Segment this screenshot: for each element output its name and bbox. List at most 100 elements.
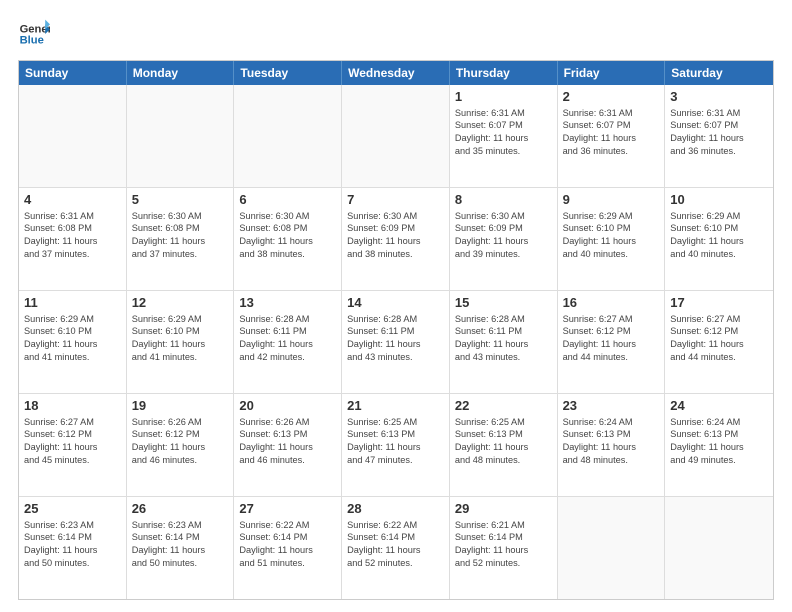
day-number: 10 [670, 191, 768, 209]
day-info: Sunrise: 6:31 AMSunset: 6:07 PMDaylight:… [455, 107, 552, 158]
day-number: 13 [239, 294, 336, 312]
day-number: 1 [455, 88, 552, 106]
day-info: Sunrise: 6:28 AMSunset: 6:11 PMDaylight:… [239, 313, 336, 364]
day-info: Sunrise: 6:31 AMSunset: 6:07 PMDaylight:… [563, 107, 660, 158]
day-info: Sunrise: 6:29 AMSunset: 6:10 PMDaylight:… [563, 210, 660, 261]
cal-cell: 22Sunrise: 6:25 AMSunset: 6:13 PMDayligh… [450, 394, 558, 496]
day-info: Sunrise: 6:25 AMSunset: 6:13 PMDaylight:… [347, 416, 444, 467]
cal-cell: 1Sunrise: 6:31 AMSunset: 6:07 PMDaylight… [450, 85, 558, 187]
day-number: 28 [347, 500, 444, 518]
day-info: Sunrise: 6:28 AMSunset: 6:11 PMDaylight:… [347, 313, 444, 364]
cal-cell: 10Sunrise: 6:29 AMSunset: 6:10 PMDayligh… [665, 188, 773, 290]
cal-cell: 3Sunrise: 6:31 AMSunset: 6:07 PMDaylight… [665, 85, 773, 187]
cal-cell: 5Sunrise: 6:30 AMSunset: 6:08 PMDaylight… [127, 188, 235, 290]
cal-cell: 8Sunrise: 6:30 AMSunset: 6:09 PMDaylight… [450, 188, 558, 290]
cal-cell: 7Sunrise: 6:30 AMSunset: 6:09 PMDaylight… [342, 188, 450, 290]
day-number: 19 [132, 397, 229, 415]
cal-cell [665, 497, 773, 599]
cal-header-cell-thursday: Thursday [450, 61, 558, 85]
cal-cell: 2Sunrise: 6:31 AMSunset: 6:07 PMDaylight… [558, 85, 666, 187]
day-info: Sunrise: 6:24 AMSunset: 6:13 PMDaylight:… [563, 416, 660, 467]
day-info: Sunrise: 6:27 AMSunset: 6:12 PMDaylight:… [24, 416, 121, 467]
day-number: 2 [563, 88, 660, 106]
cal-cell: 26Sunrise: 6:23 AMSunset: 6:14 PMDayligh… [127, 497, 235, 599]
cal-header-cell-monday: Monday [127, 61, 235, 85]
day-info: Sunrise: 6:28 AMSunset: 6:11 PMDaylight:… [455, 313, 552, 364]
day-info: Sunrise: 6:23 AMSunset: 6:14 PMDaylight:… [132, 519, 229, 570]
cal-cell: 15Sunrise: 6:28 AMSunset: 6:11 PMDayligh… [450, 291, 558, 393]
cal-cell: 28Sunrise: 6:22 AMSunset: 6:14 PMDayligh… [342, 497, 450, 599]
cal-cell: 16Sunrise: 6:27 AMSunset: 6:12 PMDayligh… [558, 291, 666, 393]
day-number: 4 [24, 191, 121, 209]
day-number: 11 [24, 294, 121, 312]
day-number: 29 [455, 500, 552, 518]
day-info: Sunrise: 6:22 AMSunset: 6:14 PMDaylight:… [239, 519, 336, 570]
cal-cell [127, 85, 235, 187]
cal-cell [234, 85, 342, 187]
day-info: Sunrise: 6:29 AMSunset: 6:10 PMDaylight:… [132, 313, 229, 364]
day-number: 27 [239, 500, 336, 518]
day-number: 6 [239, 191, 336, 209]
day-number: 12 [132, 294, 229, 312]
cal-week-0: 1Sunrise: 6:31 AMSunset: 6:07 PMDaylight… [19, 85, 773, 188]
cal-header-cell-tuesday: Tuesday [234, 61, 342, 85]
day-number: 25 [24, 500, 121, 518]
cal-week-4: 25Sunrise: 6:23 AMSunset: 6:14 PMDayligh… [19, 497, 773, 599]
day-number: 9 [563, 191, 660, 209]
day-number: 17 [670, 294, 768, 312]
calendar-header: SundayMondayTuesdayWednesdayThursdayFrid… [19, 61, 773, 85]
cal-cell: 29Sunrise: 6:21 AMSunset: 6:14 PMDayligh… [450, 497, 558, 599]
calendar-body: 1Sunrise: 6:31 AMSunset: 6:07 PMDaylight… [19, 85, 773, 599]
cal-cell: 23Sunrise: 6:24 AMSunset: 6:13 PMDayligh… [558, 394, 666, 496]
page: General Blue SundayMondayTuesdayWednesda… [0, 0, 792, 612]
day-number: 18 [24, 397, 121, 415]
logo: General Blue [18, 18, 50, 50]
day-info: Sunrise: 6:31 AMSunset: 6:08 PMDaylight:… [24, 210, 121, 261]
cal-cell: 20Sunrise: 6:26 AMSunset: 6:13 PMDayligh… [234, 394, 342, 496]
cal-header-cell-wednesday: Wednesday [342, 61, 450, 85]
day-info: Sunrise: 6:26 AMSunset: 6:12 PMDaylight:… [132, 416, 229, 467]
svg-text:Blue: Blue [20, 35, 44, 47]
cal-cell: 13Sunrise: 6:28 AMSunset: 6:11 PMDayligh… [234, 291, 342, 393]
cal-cell: 27Sunrise: 6:22 AMSunset: 6:14 PMDayligh… [234, 497, 342, 599]
cal-cell: 24Sunrise: 6:24 AMSunset: 6:13 PMDayligh… [665, 394, 773, 496]
cal-cell: 18Sunrise: 6:27 AMSunset: 6:12 PMDayligh… [19, 394, 127, 496]
day-number: 8 [455, 191, 552, 209]
logo-icon: General Blue [18, 18, 50, 50]
calendar: SundayMondayTuesdayWednesdayThursdayFrid… [18, 60, 774, 600]
day-info: Sunrise: 6:27 AMSunset: 6:12 PMDaylight:… [563, 313, 660, 364]
day-number: 5 [132, 191, 229, 209]
cal-cell [19, 85, 127, 187]
day-number: 22 [455, 397, 552, 415]
cal-cell: 19Sunrise: 6:26 AMSunset: 6:12 PMDayligh… [127, 394, 235, 496]
cal-week-3: 18Sunrise: 6:27 AMSunset: 6:12 PMDayligh… [19, 394, 773, 497]
day-info: Sunrise: 6:21 AMSunset: 6:14 PMDaylight:… [455, 519, 552, 570]
day-info: Sunrise: 6:22 AMSunset: 6:14 PMDaylight:… [347, 519, 444, 570]
header: General Blue [18, 18, 774, 50]
day-number: 23 [563, 397, 660, 415]
day-info: Sunrise: 6:29 AMSunset: 6:10 PMDaylight:… [670, 210, 768, 261]
day-number: 7 [347, 191, 444, 209]
cal-cell: 9Sunrise: 6:29 AMSunset: 6:10 PMDaylight… [558, 188, 666, 290]
day-info: Sunrise: 6:23 AMSunset: 6:14 PMDaylight:… [24, 519, 121, 570]
cal-cell: 4Sunrise: 6:31 AMSunset: 6:08 PMDaylight… [19, 188, 127, 290]
day-number: 3 [670, 88, 768, 106]
cal-cell [558, 497, 666, 599]
day-info: Sunrise: 6:27 AMSunset: 6:12 PMDaylight:… [670, 313, 768, 364]
day-number: 15 [455, 294, 552, 312]
cal-cell: 12Sunrise: 6:29 AMSunset: 6:10 PMDayligh… [127, 291, 235, 393]
day-info: Sunrise: 6:30 AMSunset: 6:08 PMDaylight:… [239, 210, 336, 261]
day-info: Sunrise: 6:30 AMSunset: 6:09 PMDaylight:… [347, 210, 444, 261]
day-info: Sunrise: 6:30 AMSunset: 6:08 PMDaylight:… [132, 210, 229, 261]
day-info: Sunrise: 6:25 AMSunset: 6:13 PMDaylight:… [455, 416, 552, 467]
cal-week-1: 4Sunrise: 6:31 AMSunset: 6:08 PMDaylight… [19, 188, 773, 291]
day-info: Sunrise: 6:24 AMSunset: 6:13 PMDaylight:… [670, 416, 768, 467]
day-number: 26 [132, 500, 229, 518]
day-number: 24 [670, 397, 768, 415]
cal-cell: 14Sunrise: 6:28 AMSunset: 6:11 PMDayligh… [342, 291, 450, 393]
cal-cell: 17Sunrise: 6:27 AMSunset: 6:12 PMDayligh… [665, 291, 773, 393]
day-number: 14 [347, 294, 444, 312]
cal-cell: 6Sunrise: 6:30 AMSunset: 6:08 PMDaylight… [234, 188, 342, 290]
cal-header-cell-saturday: Saturday [665, 61, 773, 85]
day-number: 20 [239, 397, 336, 415]
